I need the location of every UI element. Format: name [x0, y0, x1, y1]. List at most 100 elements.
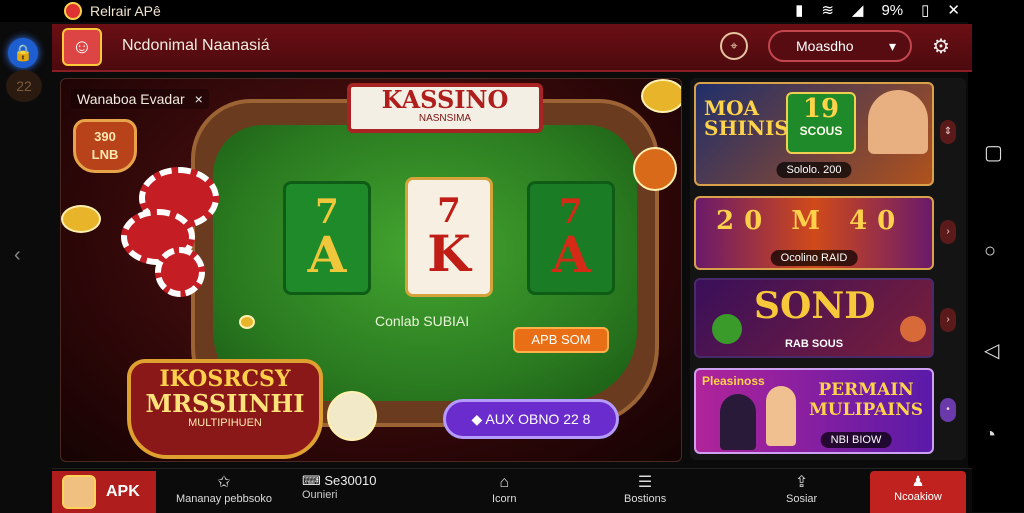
mask-icon — [900, 316, 926, 342]
card-letter: A — [307, 225, 347, 284]
status-app-name: Relrair APê — [90, 3, 161, 19]
slot-card: 7 A — [527, 181, 615, 295]
chip-icon — [155, 247, 205, 297]
side-card-title: 20 M 40 — [716, 206, 906, 236]
user-icon: ♟ — [911, 473, 925, 489]
home-nav-icon: ⌂ — [499, 474, 510, 491]
nav-item-3[interactable]: ⌂ Icorn — [492, 473, 516, 505]
back-icon[interactable]: ◁ — [984, 338, 999, 363]
nav-item-5-label: Sosiar — [786, 493, 818, 505]
game-tag-label: Wanaboa Evadar — [77, 91, 185, 107]
banner-title: KASSINO — [381, 85, 509, 114]
bottom-nav: APK ✩ Mananay pebbsoko ⌨ Se30010 Ounieri… — [52, 468, 972, 513]
list-icon: ☰ — [637, 474, 653, 491]
nav-item-2[interactable]: ⌨ Se30010 Ounieri — [302, 473, 376, 501]
logo-line-2: MRSSIINHI — [145, 389, 305, 418]
side-card[interactable]: 20 M 40 Ocolino RAID — [694, 196, 934, 270]
side-card-number-box: 19 SCOUS — [786, 92, 856, 154]
table-subtext: Conlab SUBIAI — [375, 313, 470, 329]
lock-icon[interactable]: 🔒 — [8, 38, 38, 68]
coin-icon — [327, 391, 377, 441]
slot-card: 7 K — [405, 177, 493, 297]
badge-number: 390 — [94, 129, 116, 144]
app-header: ☺ Ncdonimal Naanasiá ⌖ Moasdho ▾ ⚙ — [52, 24, 972, 72]
coin-icon — [61, 205, 101, 233]
coin-icon — [641, 79, 681, 113]
apk-avatar-icon — [62, 475, 96, 509]
app-logo-icon — [64, 2, 82, 20]
side-card[interactable]: SOND RAB SOUS — [694, 278, 934, 358]
card-letter: A — [551, 225, 591, 284]
card-rank: 7 — [437, 191, 461, 231]
card-rank: 7 — [315, 192, 339, 232]
chevron-down-icon: ▾ — [888, 37, 896, 54]
back-arrow-icon[interactable]: ‹ — [14, 244, 21, 267]
nav-item-5[interactable]: ⇪ Sosiar — [786, 473, 817, 505]
left-rail-badge[interactable]: 22 — [6, 70, 42, 102]
close-tag-icon[interactable]: × — [195, 91, 203, 107]
logo-line-3: MULTIPIHUEN — [188, 417, 262, 429]
close-icon[interactable]: ✕ — [947, 1, 960, 19]
shield-badge: 390 LNB — [73, 119, 137, 173]
side-card-title: PERMAIN MULIPAINS — [808, 380, 924, 420]
side-card-number-sub: SCOUS — [799, 124, 843, 138]
scroll-arrow-icon[interactable]: › — [940, 220, 956, 244]
status-bar: Relrair APê ▮ ≋ ◢ 9% ▯ ✕ — [0, 0, 1024, 22]
side-card-title: SOND — [754, 285, 876, 327]
red-action-button[interactable]: ♟ Ncoakiow — [870, 471, 966, 513]
side-card-title: MOA SHINIS — [704, 96, 789, 140]
side-card[interactable]: Pleasinoss PERMAIN MULIPAINS NBI BIOW — [694, 368, 934, 454]
home-icon[interactable]: ○ — [984, 240, 996, 263]
play-cta-button[interactable]: ◆ AUX OBNO 22 8 — [443, 399, 619, 439]
side-panel: MOA SHINIS 19 SCOUS Sololo. 200 ⇕ 20 M 4… — [690, 78, 966, 460]
side-card-caption: Ocolino RAID — [770, 250, 858, 266]
side-card[interactable]: MOA SHINIS 19 SCOUS Sololo. 200 — [694, 82, 934, 186]
card-letter: K — [427, 224, 471, 283]
system-nav: ▢ ○ ◁ ◔ — [968, 22, 1024, 512]
game-panel[interactable]: Wanaboa Evadar × 390 LNB KASSINO NASNSIMA… — [60, 78, 682, 462]
side-card-caption: NBI BIOW — [820, 432, 892, 448]
status-icons: ▮ ≋ ◢ 9% ▯ ✕ — [795, 1, 960, 20]
header-dropdown[interactable]: Moasdho ▾ — [768, 30, 912, 62]
nav-item-2-sub: Ounieri — [302, 489, 338, 501]
power-icon[interactable]: ◔ — [984, 424, 996, 447]
character-icon — [868, 90, 928, 154]
nav-item-4[interactable]: ☰ Bostions — [624, 473, 666, 505]
settings-icon[interactable]: ⚙ — [932, 34, 950, 59]
scroll-arrow-icon[interactable]: ⇕ — [940, 120, 956, 144]
game-title-banner: KASSINO NASNSIMA — [347, 83, 543, 133]
spin-button[interactable]: APB SOM — [513, 327, 609, 353]
card-rank: 7 — [559, 192, 583, 232]
scroll-arrow-icon[interactable]: › — [940, 308, 956, 332]
header-title: Ncdonimal Naanasiá — [122, 37, 270, 54]
nav-item-3-label: Icorn — [492, 493, 517, 505]
phone-icon: ▮ — [795, 2, 804, 19]
left-rail: 🔒 22 ‹ — [0, 22, 52, 512]
nav-item-4-label: Bostions — [624, 493, 667, 505]
side-card-caption: RAB SOUS — [784, 338, 844, 350]
brand-avatar[interactable]: ☺ — [62, 28, 102, 66]
badge-label: LNB — [91, 147, 119, 162]
side-card-prefix: Pleasinoss — [702, 374, 765, 388]
nav-item-1[interactable]: ✩ Mananay pebbsoko — [176, 473, 272, 505]
game-logo: IKOSRCSY MRSSIINHI MULTIPIHUEN — [127, 359, 323, 459]
apk-button[interactable]: APK — [52, 471, 156, 513]
battery-icon: ▯ — [921, 2, 930, 19]
header-dropdown-label: Moasdho — [796, 38, 854, 54]
location-icon[interactable]: ⌖ — [720, 32, 748, 60]
scroll-dot-icon[interactable]: • — [940, 398, 956, 422]
banner-subtitle: NASNSIMA — [418, 113, 472, 124]
character-icon — [766, 386, 796, 446]
slot-card: 7 A — [283, 181, 371, 295]
status-app: Relrair APê — [64, 2, 161, 20]
character-icon — [720, 394, 756, 450]
share-icon: ⇪ — [794, 474, 809, 491]
side-card-caption: Sololo. 200 — [776, 162, 852, 178]
frog-icon — [712, 314, 742, 344]
game-tag[interactable]: Wanaboa Evadar × — [71, 89, 209, 109]
recents-icon[interactable]: ▢ — [984, 140, 1003, 165]
apk-label: APK — [106, 483, 140, 500]
star-icon: ✩ — [217, 474, 231, 491]
battery-level: 9% — [881, 1, 904, 19]
nav-item-2-label: Se30010 — [324, 473, 377, 488]
